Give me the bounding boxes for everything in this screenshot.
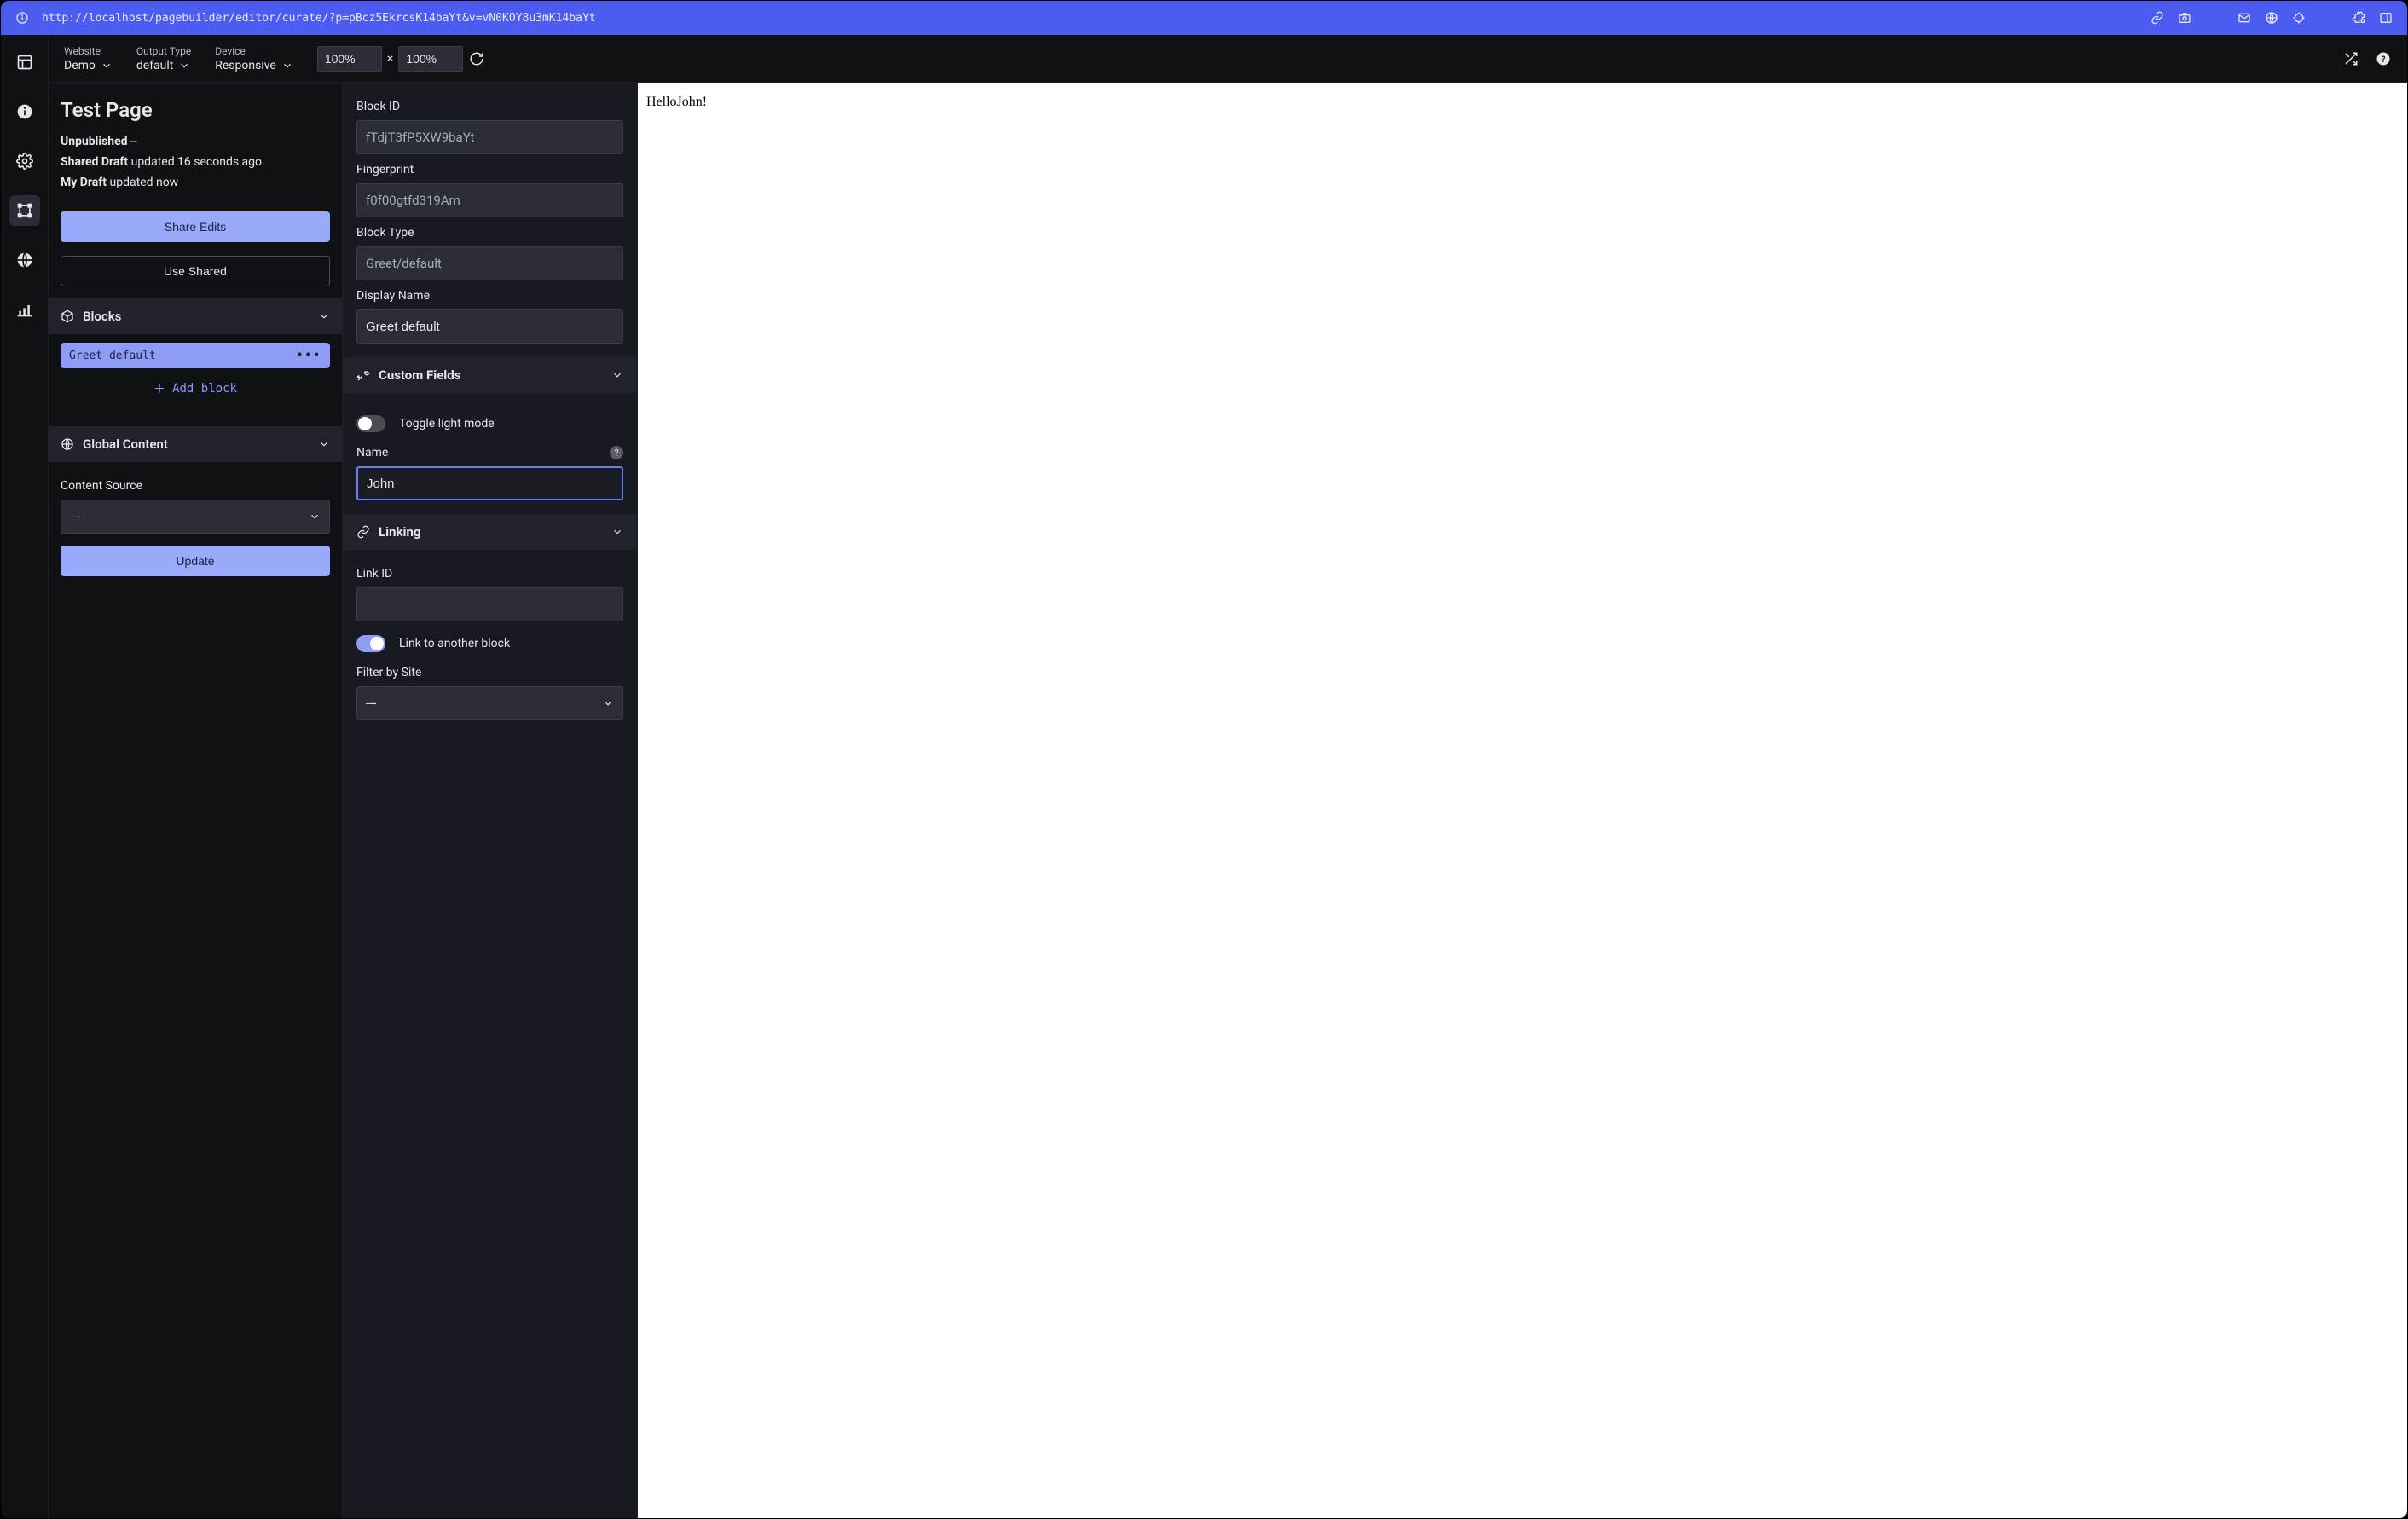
help-icon[interactable]: ? xyxy=(2375,50,2392,67)
refresh-icon[interactable] xyxy=(468,50,485,67)
preview-pane: HelloJohn! xyxy=(638,83,2407,1518)
chevron-down-icon xyxy=(318,310,330,322)
globe-icon[interactable] xyxy=(2264,10,2279,26)
chevron-down-icon xyxy=(602,697,614,709)
topbar-output-label: Output Type xyxy=(136,45,191,57)
topbar-output-select[interactable]: default xyxy=(136,59,191,72)
tools-icon xyxy=(356,368,370,382)
link-id-label: Link ID xyxy=(356,567,623,580)
block-type-label: Block Type xyxy=(356,226,623,240)
topbar-website-select[interactable]: Demo xyxy=(64,59,113,72)
toggle-light-mode[interactable] xyxy=(356,415,385,432)
fingerprint-label: Fingerprint xyxy=(356,163,623,176)
panel-icon[interactable] xyxy=(2378,10,2394,26)
rail-info-icon[interactable] xyxy=(9,96,40,127)
rail-layout-icon[interactable] xyxy=(9,47,40,78)
chevron-down-icon xyxy=(318,438,330,450)
target-icon[interactable] xyxy=(2291,10,2307,26)
camera-icon[interactable] xyxy=(2177,10,2192,26)
custom-fields-header[interactable]: Custom Fields xyxy=(343,357,637,393)
info-icon[interactable] xyxy=(14,10,30,26)
topbar-website-label: Website xyxy=(64,45,113,57)
block-type-field: Greet/default xyxy=(356,246,623,280)
name-label: Name xyxy=(356,446,388,459)
svg-text:?: ? xyxy=(2382,55,2386,64)
global-content-header[interactable]: Global Content xyxy=(49,426,342,462)
address-bar[interactable]: http://localhost/pagebuilder/editor/cura… xyxy=(42,12,2138,25)
chevron-down-icon xyxy=(611,369,623,381)
toggle-light-label: Toggle light mode xyxy=(399,417,495,430)
chevron-down-icon xyxy=(309,511,321,523)
display-name-input[interactable] xyxy=(356,309,623,344)
filter-site-select[interactable]: --- xyxy=(356,686,623,720)
mail-icon[interactable] xyxy=(2237,10,2252,26)
preview-text: HelloJohn! xyxy=(646,95,707,109)
box-icon xyxy=(61,309,74,323)
filter-site-label: Filter by Site xyxy=(356,666,623,679)
name-input[interactable] xyxy=(356,466,623,500)
blocks-section-header[interactable]: Blocks xyxy=(49,298,342,334)
status-shared-draft: Shared Draft xyxy=(61,155,128,169)
link-id-input[interactable] xyxy=(356,587,623,621)
content-source-label: Content Source xyxy=(61,479,330,493)
more-icon[interactable]: ••• xyxy=(297,349,321,362)
link-another-label: Link to another block xyxy=(399,637,510,650)
display-name-label: Display Name xyxy=(356,289,623,303)
topbar-device-label: Device xyxy=(215,45,293,57)
topbar-device-select[interactable]: Responsive xyxy=(215,59,293,72)
globe-icon xyxy=(61,437,74,451)
rail-gear-icon[interactable] xyxy=(9,146,40,176)
rail-globe-icon[interactable] xyxy=(9,245,40,275)
help-icon[interactable]: ? xyxy=(610,446,623,459)
zoom-height-input[interactable] xyxy=(398,46,463,72)
status-unpublished: Unpublished xyxy=(61,135,128,148)
block-id-field: fTdjT3fP5XW9baYt xyxy=(356,120,623,154)
block-item[interactable]: Greet default ••• xyxy=(61,343,330,368)
link-another-toggle[interactable] xyxy=(356,635,385,652)
use-shared-button[interactable]: Use Shared xyxy=(61,256,330,286)
link-icon xyxy=(356,525,370,539)
times-icon: × xyxy=(387,52,393,66)
update-button[interactable]: Update xyxy=(61,546,330,576)
plus-icon: ＋ xyxy=(153,380,165,397)
puzzle-icon[interactable] xyxy=(2351,10,2366,26)
linking-header[interactable]: Linking xyxy=(343,514,637,550)
shuffle-icon[interactable] xyxy=(2342,50,2359,67)
chevron-down-icon xyxy=(611,526,623,538)
link-icon[interactable] xyxy=(2150,10,2165,26)
block-id-label: Block ID xyxy=(356,100,623,113)
zoom-width-input[interactable] xyxy=(317,46,382,72)
rail-bbox-icon[interactable] xyxy=(9,195,40,226)
status-my-draft: My Draft xyxy=(61,176,107,189)
share-edits-button[interactable]: Share Edits xyxy=(61,211,330,242)
add-block-button[interactable]: ＋ Add block xyxy=(61,368,330,413)
fingerprint-field: f0f00gtfd319Am xyxy=(356,183,623,217)
page-title: Test Page xyxy=(61,98,330,122)
content-source-select[interactable]: --- xyxy=(61,500,330,534)
rail-stats-icon[interactable] xyxy=(9,294,40,325)
